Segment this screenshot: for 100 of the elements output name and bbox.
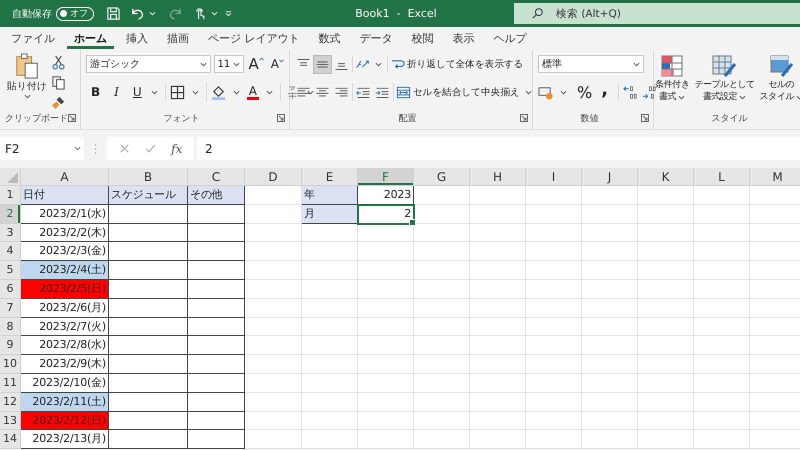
column-header[interactable]: C <box>188 168 245 186</box>
number-format-field[interactable]: 標準 <box>538 55 644 73</box>
font-color-button[interactable]: A <box>246 84 259 100</box>
style-button[interactable]: 条件付き 書式 <box>655 53 690 110</box>
column-header[interactable]: I <box>526 168 582 186</box>
caret-icon[interactable] <box>560 90 567 94</box>
cell[interactable]: 2023/2/2(木) <box>21 224 109 242</box>
cell[interactable] <box>109 355 188 374</box>
row-header[interactable]: 10 <box>0 355 21 374</box>
caret-icon[interactable] <box>150 90 158 94</box>
caret-icon[interactable] <box>306 90 314 94</box>
cell[interactable]: 日付 <box>21 186 109 205</box>
copy-icon[interactable] <box>51 75 66 90</box>
style-button[interactable]: テーブルとして 書式設定 <box>694 53 755 110</box>
cell[interactable]: 2023/2/12(日) <box>21 412 109 430</box>
wrap-text-button[interactable]: 折り返して全体を表示する <box>390 56 524 72</box>
cell[interactable] <box>188 261 245 280</box>
cell[interactable] <box>188 392 245 412</box>
caret-icon[interactable] <box>232 90 240 94</box>
cell[interactable] <box>188 298 245 318</box>
cell[interactable] <box>109 318 188 336</box>
cell[interactable] <box>188 318 245 336</box>
row-header[interactable]: 6 <box>0 280 21 299</box>
caret-icon[interactable] <box>192 90 199 94</box>
row-header[interactable]: 2 <box>0 204 21 224</box>
formula-field[interactable]: 2 <box>197 137 800 160</box>
row-header[interactable]: 4 <box>0 242 21 262</box>
bold-button[interactable]: B <box>91 85 100 99</box>
cell[interactable] <box>109 204 188 224</box>
ribbon-tab[interactable]: 校閲 <box>404 28 440 49</box>
column-header[interactable]: H <box>470 168 526 186</box>
cell[interactable]: 2023 <box>358 186 414 205</box>
ribbon-tab[interactable]: 表示 <box>446 28 482 49</box>
ribbon-tab[interactable]: 描画 <box>160 28 196 49</box>
caret-icon[interactable] <box>375 62 382 66</box>
column-header[interactable]: L <box>694 168 750 186</box>
italic-button[interactable]: I <box>114 85 119 99</box>
row-header[interactable]: 12 <box>0 392 21 412</box>
cell[interactable] <box>188 412 245 430</box>
search-field[interactable]: 検索 (Alt+Q) <box>514 3 800 24</box>
percent-button[interactable]: % <box>577 82 592 102</box>
column-header[interactable]: K <box>638 168 694 186</box>
undo-icon[interactable] <box>130 6 145 21</box>
merge-center-button[interactable]: セルを結合して中央揃え <box>396 84 535 100</box>
cell[interactable] <box>109 392 188 412</box>
save-icon[interactable] <box>106 6 121 21</box>
cell[interactable] <box>188 280 245 299</box>
cell[interactable] <box>188 374 245 393</box>
cell[interactable]: 2023/2/4(土) <box>21 261 109 280</box>
cell[interactable] <box>188 242 245 262</box>
comma-button[interactable]: , <box>601 78 608 100</box>
cell[interactable] <box>109 242 188 262</box>
cell[interactable]: 2023/2/11(土) <box>21 392 109 412</box>
launcher-icon[interactable] <box>277 114 285 122</box>
cell[interactable]: 2023/2/13(月) <box>21 430 109 450</box>
cancel-icon[interactable] <box>118 143 130 154</box>
column-header[interactable]: E <box>302 168 358 186</box>
ribbon-tab[interactable]: ホーム <box>67 28 114 49</box>
row-header[interactable]: 3 <box>0 224 21 242</box>
currency-icon[interactable] <box>538 84 553 100</box>
autosave-toggle[interactable]: オフ <box>56 6 94 20</box>
cell[interactable] <box>188 336 245 356</box>
row-header[interactable]: 9 <box>0 336 21 356</box>
cell[interactable]: 2023/2/7(火) <box>21 318 109 336</box>
ribbon-tab[interactable]: 挿入 <box>119 28 155 49</box>
column-header[interactable]: G <box>414 168 470 186</box>
font-name-field[interactable]: 游ゴシック <box>86 55 211 73</box>
cell[interactable] <box>109 261 188 280</box>
column-header[interactable]: D <box>245 168 302 186</box>
column-header[interactable]: A <box>21 168 109 186</box>
borders-icon[interactable] <box>170 84 185 100</box>
font-size-field[interactable]: 11 <box>214 55 244 73</box>
row-header[interactable]: 13 <box>0 412 21 430</box>
underline-button[interactable]: U <box>132 85 142 99</box>
column-header[interactable]: J <box>582 168 638 186</box>
cell[interactable] <box>109 430 188 450</box>
ribbon-tab[interactable]: ページ レイアウト <box>201 28 306 49</box>
cell[interactable]: 2023/2/3(金) <box>21 242 109 262</box>
cell[interactable]: 2 <box>358 204 414 224</box>
cell[interactable] <box>188 355 245 374</box>
row-header[interactable]: 1 <box>0 186 21 205</box>
customize-icon[interactable] <box>225 11 232 16</box>
align-middle-icon[interactable] <box>314 56 331 72</box>
row-header[interactable]: 8 <box>0 318 21 336</box>
cell[interactable]: 2023/2/10(金) <box>21 374 109 393</box>
caret-icon[interactable] <box>266 90 273 94</box>
cell[interactable] <box>109 336 188 356</box>
cell[interactable] <box>188 204 245 224</box>
row-header[interactable]: 7 <box>0 298 21 318</box>
cell[interactable]: 月 <box>302 204 358 224</box>
row-header[interactable]: 5 <box>0 261 21 280</box>
cell[interactable] <box>109 374 188 393</box>
launcher-icon[interactable] <box>68 114 76 122</box>
cell[interactable] <box>188 430 245 450</box>
ribbon-tab[interactable]: データ <box>352 28 400 49</box>
cell[interactable]: 2023/2/5(日) <box>21 280 109 299</box>
column-header[interactable]: B <box>109 168 188 186</box>
cell[interactable]: スケジュール <box>109 186 188 205</box>
column-header[interactable]: M <box>750 168 800 186</box>
fill-bucket-icon[interactable] <box>210 84 226 100</box>
